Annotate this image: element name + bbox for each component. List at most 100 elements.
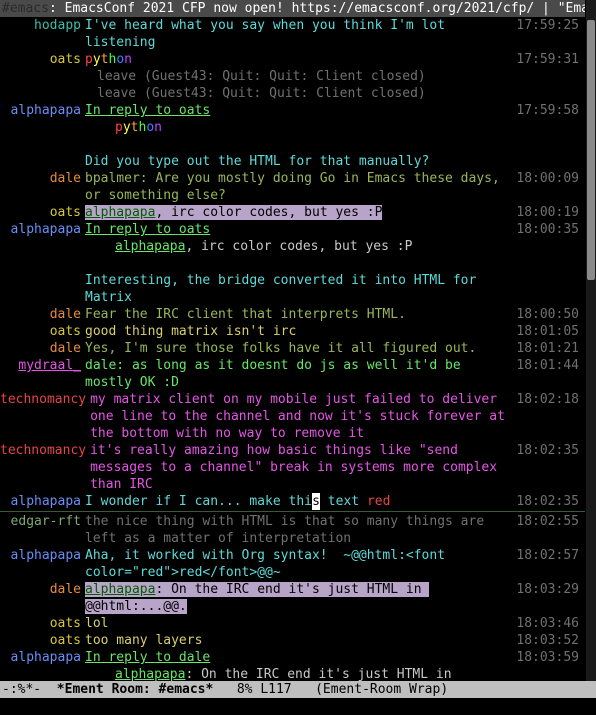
message-body[interactable]: good thing matrix isn't irc	[85, 323, 516, 340]
timestamp: 18:00:35	[516, 221, 579, 238]
chat-line: dale Fear the IRC client that interprets …	[0, 306, 585, 323]
topic-text: : EmacsConf 2021 CFP now open! https://e…	[49, 1, 596, 16]
highlighted-message[interactable]: alphapapa: On the IRC end it's just HTML…	[85, 582, 429, 614]
nick-column: technomancy	[0, 391, 90, 408]
chat-line: leave (Guest43: Quit: Quit: Client close…	[0, 68, 585, 85]
message-body[interactable]: Fear the IRC client that interprets HTML…	[85, 306, 516, 323]
text-cursor: s	[312, 493, 320, 510]
scrollbar-thumb[interactable]	[587, 20, 595, 280]
chat-line: alphapapa Aha, it worked with Org syntax!…	[0, 547, 585, 581]
chat-line: oatsgood thing matrix isn't irc18:01:05	[0, 323, 585, 340]
timestamp: 18:02:35	[516, 442, 579, 459]
mention-link[interactable]: alphapapa	[85, 205, 155, 220]
nick-column: dale	[0, 340, 85, 357]
timestamp: 18:02:57	[516, 547, 579, 564]
scrollbar[interactable]	[585, 0, 596, 681]
reply-link[interactable]: In reply to	[85, 103, 179, 118]
message-body[interactable]: alphapapa: On the IRC end it's just HTML…	[85, 666, 519, 681]
nick[interactable]: alphapapa	[11, 548, 81, 563]
chat-line: dale bpalmer: Are you mostly doing Go in …	[0, 170, 585, 204]
message-body[interactable]: Aha, it worked with Org syntax! ~@@html:…	[85, 547, 516, 581]
message-body[interactable]: dale: as long as it doesnt do js as well…	[85, 357, 516, 391]
nick[interactable]: oats	[50, 205, 81, 220]
nick[interactable]: oats	[50, 616, 81, 631]
chat-line: oatspython17:59:31	[0, 51, 585, 68]
nick-column: edgar-rft	[0, 513, 85, 530]
rainbow-text: python	[85, 52, 132, 67]
reply-target[interactable]: oats	[179, 222, 210, 237]
timestamp: 18:01:44	[516, 357, 579, 374]
reply-target[interactable]: oats	[179, 103, 210, 118]
nick-column: mydraal_	[0, 357, 85, 374]
timestamp: 18:03:29	[516, 581, 579, 598]
nick-column: oats	[0, 632, 85, 649]
message-body[interactable]: it's really amazing how basic things lik…	[90, 442, 516, 493]
mode-line: -:%*- *Ement Room: #emacs* 8% L117 (Emen…	[0, 681, 596, 698]
message-body[interactable]: I wonder if I can... make this text red	[85, 493, 516, 510]
nick[interactable]: technomancy	[0, 392, 86, 407]
reply-link[interactable]: In reply to	[85, 222, 179, 237]
nick[interactable]: alphapapa	[11, 222, 81, 237]
minibuffer[interactable]	[0, 698, 596, 715]
chat-line: oats too many layers18:03:52	[0, 632, 585, 649]
message-body[interactable]: bpalmer: Are you mostly doing Go in Emac…	[85, 170, 516, 204]
message-body[interactable]: alphapapa: On the IRC end it's just HTML…	[85, 581, 516, 615]
message-body[interactable]: alphapapa, irc color codes, but yes :P	[85, 238, 519, 255]
message-body[interactable]: python	[85, 119, 519, 136]
mention-link[interactable]: alphapapa	[115, 239, 185, 254]
message-body[interactable]: In reply to dale	[85, 649, 516, 666]
message-body[interactable]: In reply to oats	[85, 102, 516, 119]
reply-link[interactable]: In reply to	[85, 650, 179, 665]
chat-line: Did you type out the HTML for that manua…	[0, 153, 585, 170]
nick[interactable]: alphapapa	[11, 650, 81, 665]
nick[interactable]: dale	[50, 171, 81, 186]
message-body[interactable]: my matrix client on my mobile just faile…	[90, 391, 516, 442]
mention-link[interactable]: alphapapa	[115, 667, 185, 681]
nick[interactable]: mydraal_	[18, 358, 81, 373]
chat-line: python	[0, 119, 585, 136]
nick[interactable]: oats	[50, 633, 81, 648]
chat-line: alphapapa I wonder if I can... make this …	[0, 493, 585, 510]
timestamp: 17:59:58	[516, 102, 579, 119]
chat-line: technomancy it's really amazing how basic…	[0, 442, 585, 493]
nick[interactable]: alphapapa	[11, 494, 81, 509]
message-body[interactable]: lol	[85, 615, 516, 632]
message-body[interactable]: Yes, I'm sure those folks have it all fi…	[85, 340, 516, 357]
chat-buffer[interactable]: hodapp I've heard what you say when you t…	[0, 17, 585, 681]
nick-column: alphapapa	[0, 649, 85, 666]
message-body[interactable]: leave (Guest43: Quit: Quit: Client close…	[85, 85, 519, 102]
nick[interactable]: dale	[50, 307, 81, 322]
chat-line: edgar-rft the nice thing with HTML is tha…	[0, 513, 585, 547]
timestamp: 18:03:52	[516, 632, 579, 649]
chat-line: hodapp I've heard what you say when you t…	[0, 17, 585, 51]
nick[interactable]: oats	[50, 324, 81, 339]
chat-line: alphapapaIn reply to oats18:00:35	[0, 221, 585, 238]
nick-column: oats	[0, 323, 85, 340]
message-body[interactable]: I've heard what you say when you think I…	[85, 17, 516, 51]
nick[interactable]: hodapp	[34, 18, 81, 33]
nick[interactable]: oats	[50, 52, 81, 67]
nick-column: oats	[0, 615, 85, 632]
timestamp: 18:01:21	[516, 340, 579, 357]
message-body[interactable]: too many layers	[85, 632, 516, 649]
mention-link[interactable]: alphapapa	[85, 582, 155, 597]
timestamp: 18:00:50	[516, 306, 579, 323]
message-body[interactable]: In reply to oats	[85, 221, 516, 238]
message-body[interactable]: leave (Guest43: Quit: Quit: Client close…	[85, 68, 519, 85]
message-body[interactable]: the nice thing with HTML is that so many…	[85, 513, 516, 547]
message-body[interactable]: Did you type out the HTML for that manua…	[85, 153, 519, 170]
red-text: red	[367, 494, 390, 509]
message-body[interactable]: alphapapa, irc color codes, but yes :P	[85, 204, 516, 221]
nick[interactable]: alphapapa	[11, 103, 81, 118]
nick-column: dale	[0, 581, 85, 598]
reply-target[interactable]: dale	[179, 650, 210, 665]
chat-line: oatslol18:03:46	[0, 615, 585, 632]
nick[interactable]: dale	[50, 341, 81, 356]
nick[interactable]: edgar-rft	[11, 514, 81, 529]
highlighted-message[interactable]: alphapapa, irc color codes, but yes :P	[85, 205, 382, 220]
nick[interactable]: technomancy	[0, 443, 86, 458]
nick-column: oats	[0, 204, 85, 221]
nick[interactable]: dale	[50, 582, 81, 597]
message-body[interactable]: Interesting, the bridge converted it int…	[85, 272, 519, 306]
message-body[interactable]: python	[85, 51, 516, 68]
